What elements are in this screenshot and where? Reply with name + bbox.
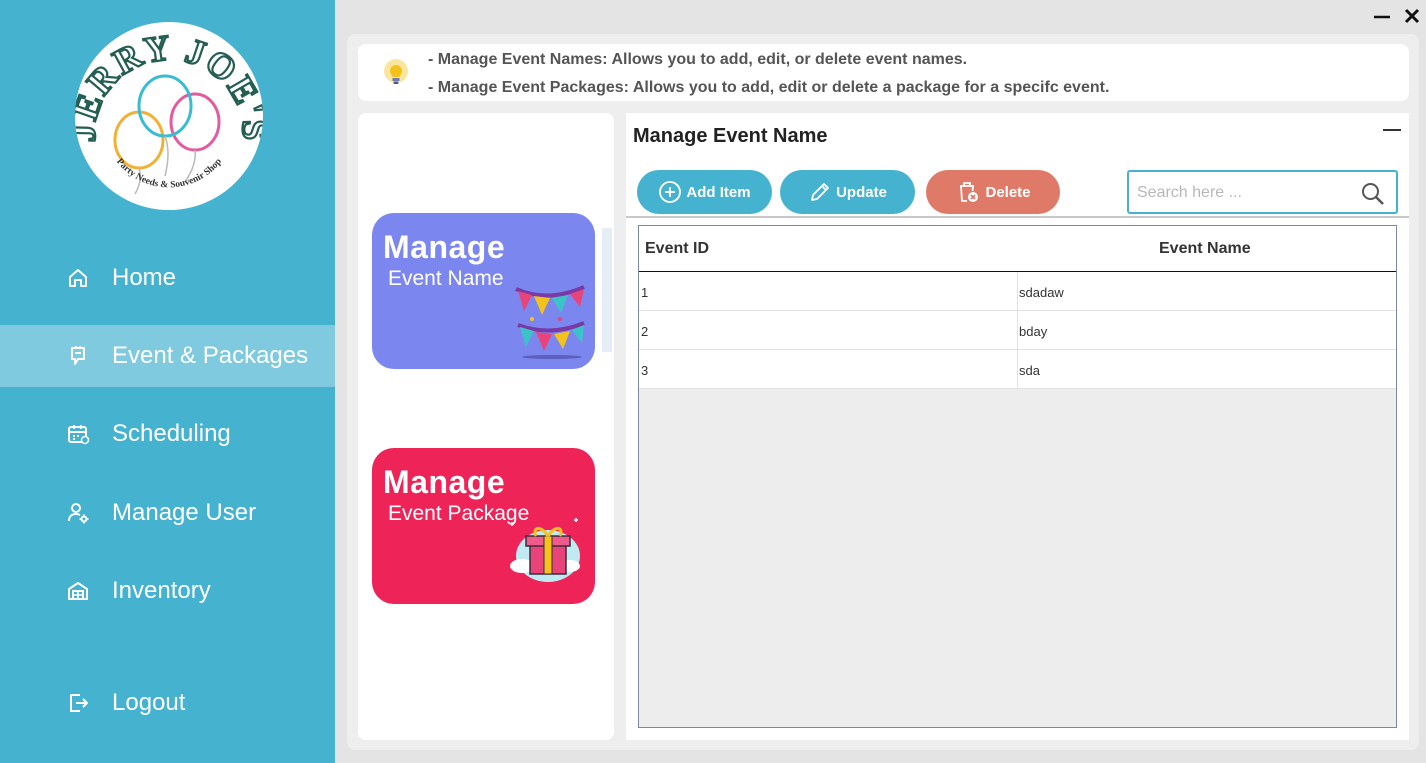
collapse-icon[interactable] — [1383, 129, 1401, 131]
manage-event-package-card[interactable]: Manage Event Package — [372, 448, 595, 604]
card-title: Manage — [383, 229, 506, 265]
event-name-table: Event ID Event Name 1 sdadaw 2 bday 3 sd… — [638, 225, 1397, 728]
cell-event-name: sdadaw — [1019, 285, 1064, 300]
search-icon[interactable] — [1360, 181, 1386, 207]
trash-icon — [960, 182, 979, 202]
delete-button[interactable]: Delete — [926, 170, 1060, 214]
sidebar-item-label: Scheduling — [112, 420, 231, 447]
sidebar-item-event-packages[interactable]: Event & Packages — [0, 325, 335, 387]
sidebar-item-label: Event & Packages — [112, 342, 309, 369]
card-subtitle: Event Name — [388, 267, 504, 290]
home-icon — [69, 269, 87, 287]
table-header: Event ID Event Name — [639, 226, 1396, 272]
cell-event-id: 2 — [641, 324, 649, 339]
page-title: Manage Event Name — [633, 125, 828, 147]
sidebar-item-scheduling[interactable]: Scheduling — [0, 403, 335, 465]
pencil-icon — [811, 183, 829, 201]
close-icon[interactable] — [1402, 6, 1422, 26]
card-menu-panel — [358, 113, 614, 740]
logout-button[interactable]: Logout — [0, 672, 335, 734]
sidebar: JERRY JOE'S Party Needs & Souvenir Shop … — [0, 0, 335, 763]
minimize-icon[interactable] — [1372, 6, 1392, 26]
search-box — [1127, 170, 1398, 214]
user-settings-icon — [68, 503, 89, 524]
svg-text:JERRY JOE'S: JERRY JOE'S — [75, 27, 263, 142]
sidebar-item-label: Inventory — [112, 577, 211, 604]
column-separator — [1017, 311, 1018, 350]
bunting-icon — [515, 285, 585, 359]
delete-label: Delete — [985, 183, 1031, 201]
lightbulb-icon — [384, 59, 408, 84]
column-separator — [1017, 350, 1018, 389]
info-line-event-packages: - Manage Event Packages: Allows you to a… — [428, 79, 1110, 96]
svg-text:Party Needs & Souvenir Shop: Party Needs & Souvenir Shop — [114, 157, 224, 191]
cell-event-name: sda — [1019, 363, 1040, 378]
cell-event-name: bday — [1019, 324, 1048, 339]
info-banner: - Manage Event Names: Allows you to add,… — [358, 44, 1409, 101]
add-item-label: Add Item — [686, 183, 751, 201]
column-header-event-name[interactable]: Event Name — [1159, 240, 1251, 258]
logout-label: Logout — [112, 689, 186, 716]
table-row[interactable]: 2 bday — [639, 311, 1396, 350]
sidebar-item-label: Manage User — [112, 499, 257, 526]
gift-box-icon — [510, 518, 580, 582]
table-row[interactable]: 1 sdadaw — [639, 272, 1396, 311]
sidebar-item-home[interactable]: Home — [0, 247, 335, 309]
search-input[interactable] — [1137, 181, 1352, 205]
sidebar-item-manage-user[interactable]: Manage User — [0, 482, 335, 544]
update-button[interactable]: Update — [780, 170, 915, 214]
update-label: Update — [836, 183, 887, 201]
info-line-event-names: - Manage Event Names: Allows you to add,… — [428, 51, 968, 68]
brand-logo: JERRY JOE'S Party Needs & Souvenir Shop — [75, 22, 263, 210]
calendar-icon — [68, 425, 90, 445]
brand-logo-lettering: JERRY JOE'S Party Needs & Souvenir Shop — [75, 26, 263, 191]
sidebar-item-inventory[interactable]: Inventory — [0, 560, 335, 622]
warehouse-icon — [68, 582, 88, 600]
column-header-event-id[interactable]: Event ID — [645, 240, 709, 258]
manage-event-name-card[interactable]: Manage Event Name — [372, 213, 595, 369]
cell-event-id: 3 — [641, 363, 649, 378]
add-item-button[interactable]: Add Item — [637, 170, 772, 214]
cell-event-id: 1 — [641, 285, 649, 300]
card-menu-scrollbar[interactable] — [602, 228, 612, 352]
table-row[interactable]: 3 sda — [639, 350, 1396, 389]
logout-icon — [70, 694, 88, 712]
sidebar-item-label: Home — [112, 264, 177, 291]
toolbar-divider — [626, 216, 1409, 218]
event-packages-icon — [71, 346, 85, 365]
card-title: Manage — [383, 464, 506, 500]
column-separator — [1017, 272, 1018, 311]
plus-circle-icon — [659, 181, 682, 203]
